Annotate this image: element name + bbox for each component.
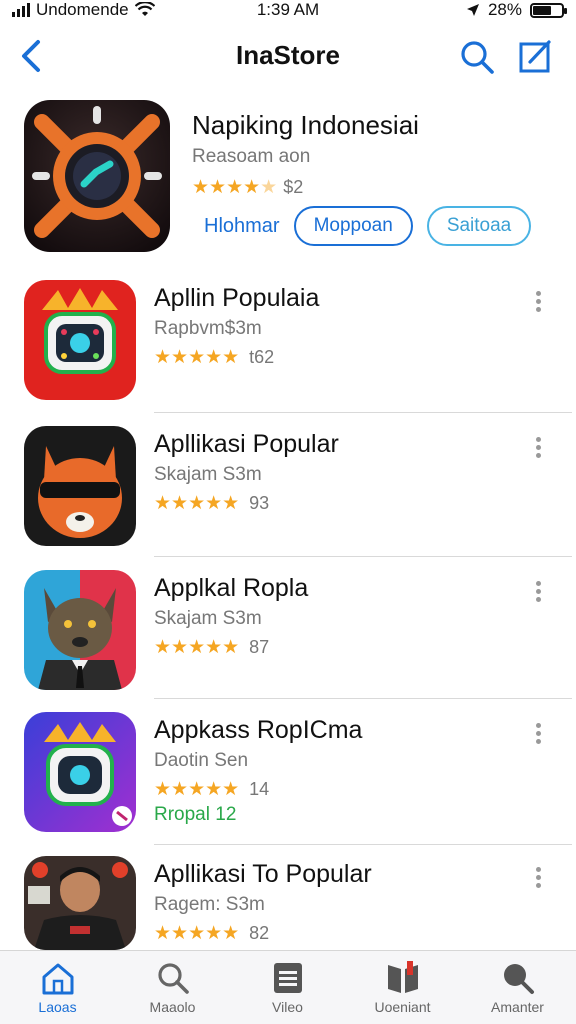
wolf-suit-icon [24, 570, 136, 690]
star-rating-icon: ★★★★★ [154, 637, 240, 658]
list-item[interactable]: Applkal Ropla Skajam S3m ★★★★★ 87 [24, 570, 552, 694]
app-extra-label: Rropal 12 [154, 804, 237, 825]
more-options-button[interactable] [528, 578, 548, 604]
rating-value: t62 [249, 347, 275, 367]
app-title: Apllikasi Popular [154, 430, 339, 458]
tab-label: Amanter [491, 999, 544, 1015]
app-title: Appkass RopICma [154, 716, 363, 744]
star-rating-icon: ★★★★★ [154, 779, 240, 800]
app-subtitle: Ragem: S3m [154, 894, 265, 915]
divider [154, 698, 572, 699]
app-title: Apllikasi To Popular [154, 860, 372, 888]
star-rating-icon: ★★★★★ [154, 347, 240, 368]
app-icon[interactable] [24, 280, 136, 400]
rating-value: 93 [249, 493, 270, 513]
tab-book[interactable]: Uoeniant [345, 957, 460, 1021]
book-icon [387, 961, 418, 993]
battery-icon [530, 2, 567, 18]
rating-value: 87 [249, 637, 270, 657]
robot-crown-icon [24, 712, 136, 832]
app-rating: ★★★★★ 87 [154, 636, 269, 659]
app-subtitle: Skajam S3m [154, 608, 262, 629]
list-item[interactable]: Apllin Populaia Rapbvm$3m ★★★★★ t62 [24, 280, 552, 404]
rating-value: 82 [249, 923, 270, 943]
person-avatar-icon [24, 856, 136, 950]
more-options-button[interactable] [528, 864, 548, 890]
compose-button[interactable] [516, 38, 554, 76]
app-title: Applkal Ropla [154, 574, 309, 602]
more-options-button[interactable] [528, 288, 548, 314]
app-rating: ★★★★★ t62 [154, 346, 274, 369]
cat-sunglasses-icon [24, 426, 136, 546]
tab-home[interactable]: Laoas [0, 957, 115, 1021]
divider [154, 844, 572, 845]
featured-app-rating: ★★★★★ $2 [192, 176, 303, 199]
tab-label: Uoeniant [374, 999, 431, 1015]
more-options-button[interactable] [528, 720, 548, 746]
featured-app-card[interactable]: Napiking Indonesiai Reasoam aon ★★★★★ $2… [24, 100, 554, 252]
app-subtitle: Rapbvm$3m [154, 318, 262, 339]
location-icon [466, 4, 479, 16]
app-icon[interactable] [24, 426, 136, 546]
search-icon [157, 963, 189, 994]
robot-crown-icon [24, 280, 136, 400]
tab-label: Laoas [38, 999, 77, 1015]
list-item[interactable]: Appkass RopICma Daotin Sen ★★★★★ 14 Rrop… [24, 712, 552, 836]
tab-search[interactable]: Maaolo [115, 957, 230, 1021]
tab-label: Maaolo [149, 999, 196, 1015]
app-icon[interactable] [24, 856, 136, 950]
star-rating-icon: ★★★★★ [154, 493, 240, 514]
home-icon [42, 963, 73, 995]
status-bar: Undomende 1:39 AM 28% [0, 0, 576, 22]
list-item[interactable]: Apllikasi Popular Skajam S3m ★★★★★ 93 [24, 426, 552, 550]
featured-primary-button[interactable]: Moppoan [293, 206, 413, 246]
app-subtitle: Daotin Sen [154, 750, 249, 771]
divider [154, 412, 572, 413]
app-subtitle: Skajam S3m [154, 464, 262, 485]
compose-icon [519, 40, 551, 73]
target-robot-icon [24, 100, 170, 252]
star-rating-icon: ★★★★★ [154, 923, 240, 944]
divider [154, 556, 572, 557]
featured-app-icon[interactable] [24, 100, 170, 252]
search-button[interactable] [458, 38, 496, 76]
app-title: Apllin Populaia [154, 284, 320, 312]
star-rating-icon: ★★★★★ [192, 177, 278, 198]
rating-value: $2 [283, 177, 304, 197]
featured-app-subtitle: Reasoam aon [192, 146, 311, 167]
app-rating: ★★★★★ 82 [154, 922, 269, 945]
nav-bar: InaStore [0, 24, 576, 88]
battery-percent: 28% [487, 0, 522, 19]
more-options-button[interactable] [528, 434, 548, 460]
app-icon[interactable] [24, 712, 136, 832]
featured-secondary-button[interactable]: Saitoaa [426, 206, 532, 246]
tab-list[interactable]: Vileo [230, 957, 345, 1021]
tab-search-alt[interactable]: Amanter [460, 957, 575, 1021]
app-icon[interactable] [24, 570, 136, 690]
status-right: 28% [466, 0, 567, 20]
app-rating: ★★★★★ 93 [154, 492, 269, 515]
app-rating: ★★★★★ 14 [154, 778, 269, 801]
featured-app-title: Napiking Indonesiai [192, 110, 419, 140]
tab-bar: Laoas Maaolo Vileo Uoeniant Amanter [0, 950, 576, 1024]
search-icon [503, 964, 534, 994]
list-icon [273, 963, 302, 993]
featured-link-button[interactable]: Hlohmar [204, 215, 280, 238]
rating-value: 14 [249, 779, 270, 799]
tab-label: Vileo [272, 999, 303, 1015]
featured-actions: Hlohmar Moppoan Saitoaa [204, 206, 532, 246]
search-icon [461, 41, 494, 74]
